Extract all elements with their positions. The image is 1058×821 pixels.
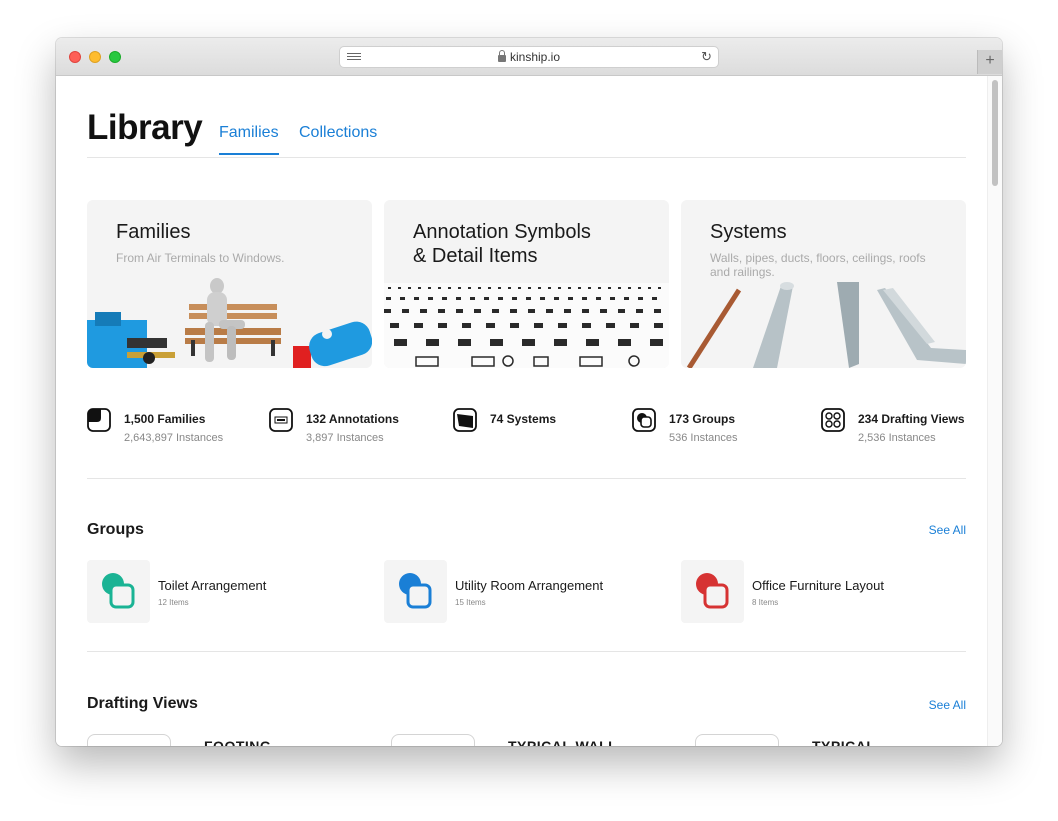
groups-see-all-link[interactable]: See All bbox=[929, 523, 966, 537]
stat-title: 132 Annotations bbox=[306, 412, 399, 426]
group-title: Office Furniture Layout bbox=[752, 578, 884, 593]
page-content: Library Families Collections Families Fr… bbox=[56, 76, 1002, 746]
stat-subtitle: 536 Instances bbox=[669, 432, 738, 444]
group-card[interactable]: Office Furniture Layout 8 Items bbox=[681, 560, 961, 623]
lock-icon bbox=[497, 50, 506, 62]
groups-section-title: Groups bbox=[87, 521, 144, 538]
families-illustration bbox=[87, 278, 372, 368]
group-item-count: 15 Items bbox=[455, 598, 486, 607]
stat-subtitle: 3,897 Instances bbox=[306, 432, 384, 444]
minimize-window-button[interactable] bbox=[89, 51, 101, 63]
card-title: Systems bbox=[710, 221, 787, 243]
address-bar[interactable]: kinship.io ↻ bbox=[339, 46, 719, 68]
category-cards: Families From Air Terminals to Windows. bbox=[87, 200, 966, 368]
stat-title: 173 Groups bbox=[669, 412, 736, 426]
card-title: Annotation Symbols & Detail Items bbox=[413, 220, 591, 268]
stat-title: 234 Drafting Views bbox=[858, 412, 965, 426]
families-icon bbox=[87, 408, 111, 432]
group-icon bbox=[399, 573, 432, 609]
group-card[interactable]: Toilet Arrangement 12 Items bbox=[87, 560, 367, 623]
stat-subtitle: 2,643,897 Instances bbox=[124, 432, 224, 444]
drafting-view-thumbnail bbox=[391, 734, 475, 746]
systems-icon bbox=[453, 408, 477, 432]
tab-families[interactable]: Families bbox=[219, 124, 279, 155]
card-families[interactable]: Families From Air Terminals to Windows. bbox=[87, 200, 372, 368]
url-display: kinship.io bbox=[340, 50, 718, 64]
tab-collections[interactable]: Collections bbox=[299, 124, 377, 142]
drafting-view-thumbnail bbox=[87, 734, 171, 746]
reload-icon[interactable]: ↻ bbox=[701, 50, 712, 64]
group-card[interactable]: Utility Room Arrangement 15 Items bbox=[384, 560, 664, 623]
library-page: Library Families Collections Families Fr… bbox=[87, 76, 966, 746]
systems-illustration bbox=[686, 282, 966, 368]
stat-title: 1,500 Families bbox=[124, 412, 206, 426]
drafting-view-title: TYPICAL bbox=[812, 738, 876, 746]
maximize-window-button[interactable] bbox=[109, 51, 121, 63]
browser-titlebar: kinship.io ↻ + bbox=[56, 38, 1002, 76]
groups-list: Toilet Arrangement 12 Items Utility Room… bbox=[87, 560, 966, 652]
card-annotation-symbols[interactable]: Annotation Symbols & Detail Items bbox=[384, 200, 669, 368]
drafting-view-thumbnail bbox=[695, 734, 779, 746]
groups-icon bbox=[632, 408, 656, 432]
stat-subtitle: 2,536 Instances bbox=[858, 432, 936, 444]
url-text: kinship.io bbox=[509, 50, 561, 64]
library-header: Library Families Collections bbox=[87, 76, 966, 158]
drafting-views-section-title: Drafting Views bbox=[87, 695, 198, 712]
card-title: Families bbox=[116, 221, 191, 243]
card-title-line2: & Detail Items bbox=[413, 245, 538, 267]
group-icon bbox=[696, 573, 729, 609]
scrollbar[interactable] bbox=[987, 76, 1002, 746]
library-stats: 1,500 Families 2,643,897 Instances 132 A… bbox=[87, 408, 966, 479]
group-item-count: 8 Items bbox=[752, 598, 779, 607]
annotations-icon bbox=[269, 408, 293, 432]
scrollbar-thumb[interactable] bbox=[992, 80, 998, 186]
drafting-views-list: FOOTING TYPICAL WALL TYPICAL bbox=[87, 734, 966, 746]
drafting-view-title: TYPICAL WALL bbox=[508, 738, 618, 746]
group-thumbnail bbox=[681, 560, 744, 623]
close-window-button[interactable] bbox=[69, 51, 81, 63]
browser-window: kinship.io ↻ + Library Families Collecti… bbox=[56, 38, 1002, 746]
stat-title: 74 Systems bbox=[490, 412, 557, 426]
group-icon bbox=[102, 573, 135, 609]
card-subtitle: From Air Terminals to Windows. bbox=[116, 251, 285, 265]
card-systems[interactable]: Systems Walls, pipes, ducts, floors, cei… bbox=[681, 200, 966, 368]
group-title: Toilet Arrangement bbox=[158, 578, 267, 593]
card-title-line1: Annotation Symbols bbox=[413, 221, 591, 243]
group-thumbnail bbox=[384, 560, 447, 623]
new-tab-button[interactable]: + bbox=[977, 50, 1002, 74]
page-title: Library bbox=[87, 108, 203, 147]
card-subtitle: Walls, pipes, ducts, floors, ceilings, r… bbox=[710, 251, 926, 279]
group-item-count: 12 Items bbox=[158, 598, 189, 607]
group-thumbnail bbox=[87, 560, 150, 623]
drafting-view-title: FOOTING bbox=[204, 738, 272, 746]
group-title: Utility Room Arrangement bbox=[455, 578, 604, 593]
annotation-symbols-illustration bbox=[384, 283, 669, 368]
drafting-views-icon bbox=[821, 408, 845, 432]
drafting-views-see-all-link[interactable]: See All bbox=[929, 698, 966, 712]
